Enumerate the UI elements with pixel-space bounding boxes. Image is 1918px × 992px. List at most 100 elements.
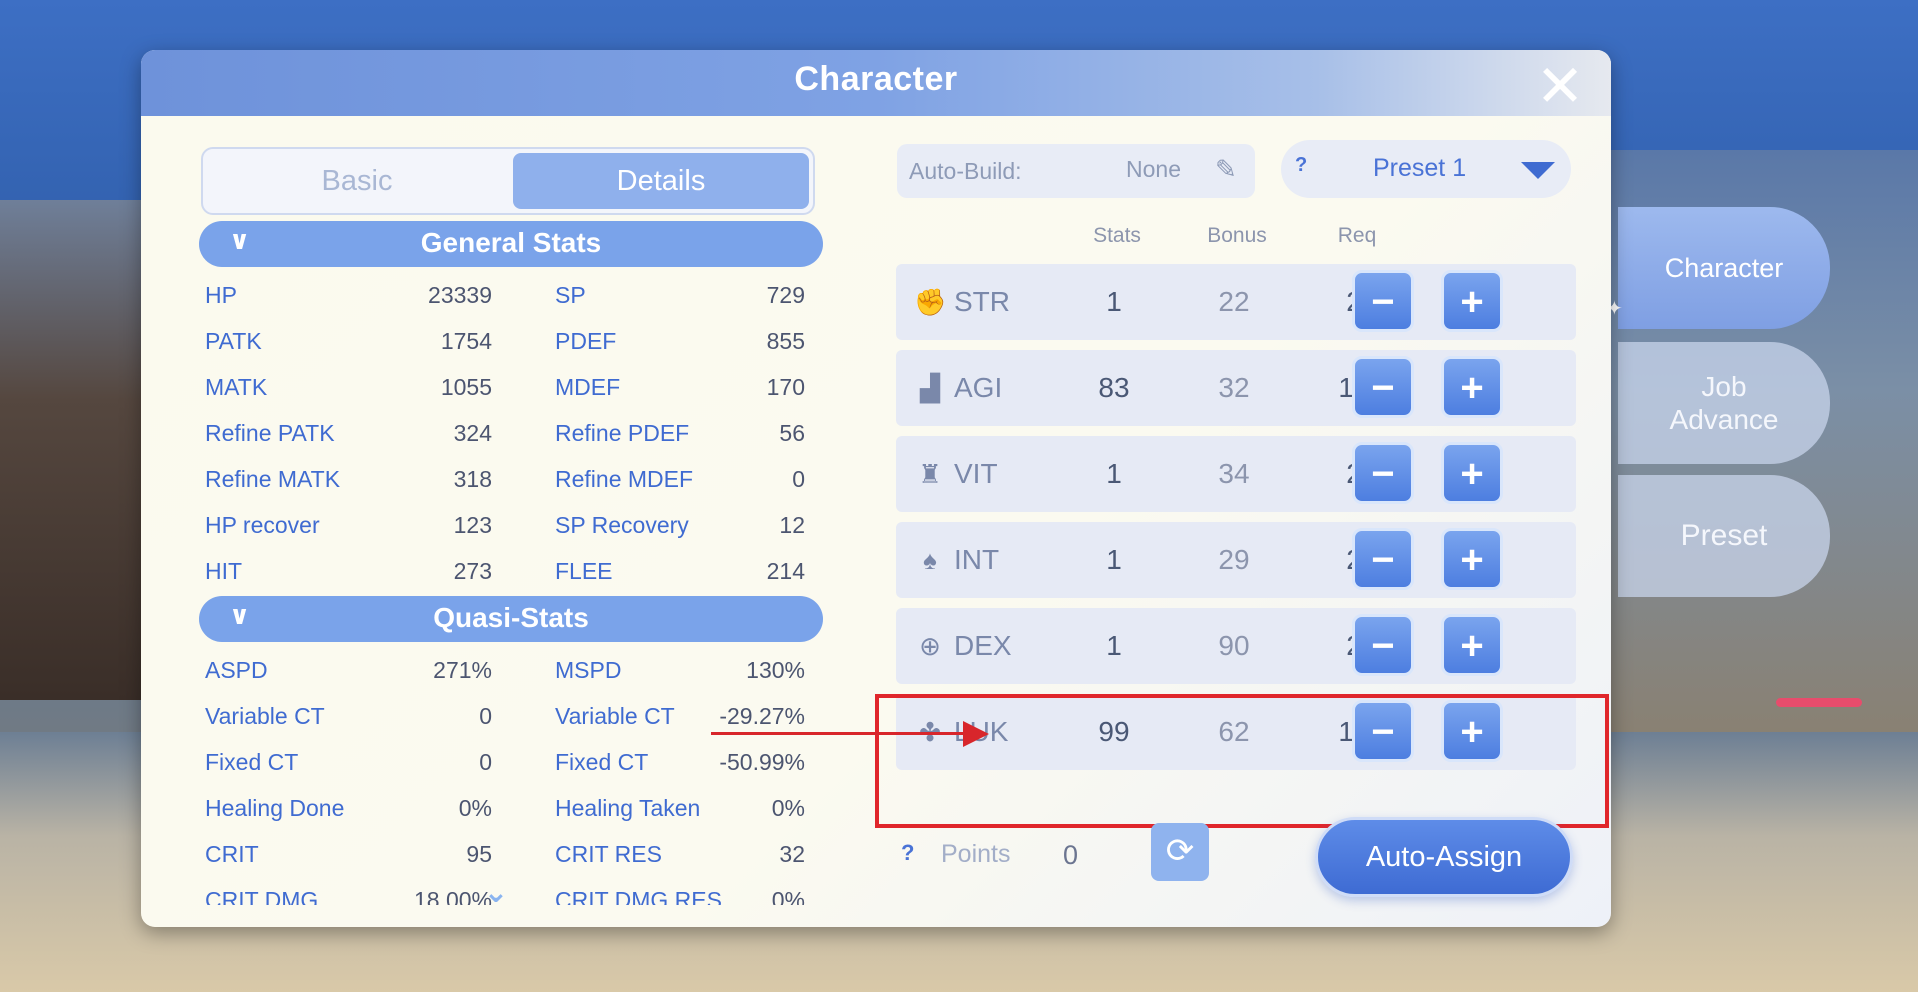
int-plus-button[interactable]: + (1441, 528, 1503, 590)
stat-name: ASPD (205, 657, 268, 683)
stat-name: FLEE (555, 558, 613, 584)
column-header-stats: Stats (1093, 224, 1141, 247)
stat-name: Refine PDEF (555, 420, 690, 446)
stat-name: Refine MATK (205, 466, 341, 492)
attribute-stats: 1 (1106, 286, 1122, 317)
stat-name: Refine PATK (205, 420, 335, 446)
stat-value: 0% (771, 887, 805, 905)
section-general-stats[interactable]: ∨ General Stats (199, 221, 823, 267)
close-icon[interactable]: ✕ (1532, 58, 1588, 116)
points-value: 0 (1063, 840, 1079, 870)
edit-pencil-icon: ✎ (1215, 154, 1237, 184)
attribute-name: DEX (954, 630, 1012, 661)
stat-value: 123 (453, 512, 492, 538)
quasi-stats-list[interactable]: ASPD 271% MSPD 130% Variable CT 0 Variab… (205, 645, 825, 905)
stat-value: 32 (779, 841, 805, 867)
vit-plus-button[interactable]: + (1441, 442, 1503, 504)
side-tab-preset-label: Preset (1680, 519, 1768, 552)
dropdown-triangle-icon (1521, 162, 1555, 179)
attribute-name: STR (954, 286, 1010, 317)
dex-plus-button[interactable]: + (1441, 614, 1503, 676)
int-minus-button[interactable]: − (1352, 528, 1414, 590)
stat-row: HP 23339 SP 729 (205, 282, 805, 322)
attribute-name: AGI (954, 372, 1003, 403)
stat-value: 95 (466, 841, 492, 867)
preset-dropdown[interactable]: ? Preset 1 (1281, 140, 1571, 198)
attribute-stats: 83 (1098, 372, 1130, 403)
stat-value: 855 (766, 328, 805, 354)
stat-name: MATK (205, 374, 268, 400)
agi-plus-button[interactable]: + (1441, 356, 1503, 418)
side-tab-character[interactable]: Character (1618, 207, 1830, 329)
column-header-req: Req (1337, 224, 1377, 247)
attribute-stats: 1 (1106, 458, 1122, 489)
attribute-bonus: 22 (1218, 286, 1250, 317)
attribute-row-str: ✊ STR 1 22 2 − + (896, 264, 1576, 340)
stat-value: 56 (779, 420, 805, 446)
stat-value: 0% (771, 795, 805, 821)
stat-row: Healing Done 0% Healing Taken 0% (205, 795, 805, 835)
stat-value: 0 (479, 749, 492, 775)
help-icon[interactable]: ? (1295, 154, 1307, 177)
stat-name: Variable CT (205, 703, 325, 729)
stat-row: PATK 1754 PDEF 855 (205, 328, 805, 368)
stat-value: 1754 (440, 328, 492, 354)
section-general-stats-label: General Stats (420, 227, 602, 258)
stat-name: PATK (205, 328, 262, 354)
stat-value: 12 (779, 512, 805, 538)
vit-minus-button[interactable]: − (1352, 442, 1414, 504)
stat-value: 1055 (440, 374, 492, 400)
side-tab-preset[interactable]: Preset (1618, 475, 1830, 597)
section-quasi-stats[interactable]: ∨ Quasi-Stats (199, 596, 823, 642)
attribute-stats: 1 (1106, 544, 1122, 575)
side-tab-job-label-2: Advance (1669, 404, 1779, 435)
stat-value: 170 (766, 374, 805, 400)
attribute-row-agi: ▟ AGI 83 32 10 − + (896, 350, 1576, 426)
stat-name: HP recover (205, 512, 320, 538)
stat-value: 324 (453, 420, 492, 446)
auto-build-value: None (1126, 156, 1181, 182)
stat-name: Healing Taken (555, 795, 701, 821)
column-header-bonus: Bonus (1207, 224, 1267, 247)
str-minus-button[interactable]: − (1352, 270, 1414, 332)
annotation-arrow-head-icon (963, 721, 989, 747)
dex-minus-button[interactable]: − (1352, 614, 1414, 676)
attribute-stats: 1 (1106, 630, 1122, 661)
stat-value: 214 (766, 558, 805, 584)
stat-name: Fixed CT (555, 749, 649, 775)
stat-row: Refine PATK 324 Refine PDEF 56 (205, 420, 805, 460)
stat-value: -29.27% (719, 703, 805, 729)
stat-value: 273 (453, 558, 492, 584)
scroll-down-chevron-icon[interactable]: ⌄ (466, 875, 526, 909)
stat-name: Fixed CT (205, 749, 299, 775)
tab-basic[interactable]: Basic (209, 153, 505, 209)
tab-bar: Basic Details (201, 147, 815, 215)
stat-value: 0 (479, 703, 492, 729)
stat-name: Refine MDEF (555, 466, 694, 492)
stat-row: Refine MATK 318 Refine MDEF 0 (205, 466, 805, 506)
vit-body-icon: ♜ (918, 459, 942, 489)
str-plus-button[interactable]: + (1441, 270, 1503, 332)
stat-row: HP recover 123 SP Recovery 12 (205, 512, 805, 552)
stat-name: MDEF (555, 374, 621, 400)
reset-refresh-icon[interactable]: ⟳ (1151, 823, 1209, 881)
attribute-bonus: 34 (1218, 458, 1250, 489)
stat-name: CRIT RES (555, 841, 662, 867)
luk-highlight-box (875, 694, 1609, 828)
stat-name: HP (205, 282, 237, 308)
str-fist-icon: ✊ (914, 287, 947, 317)
side-tab-job-advance[interactable]: Job Advance (1618, 342, 1830, 464)
points-help-icon[interactable]: ? (901, 840, 914, 866)
section-quasi-stats-label: Quasi-Stats (433, 602, 589, 633)
auto-build-field[interactable]: Auto-Build: None ✎ (897, 144, 1255, 198)
attribute-bonus: 90 (1218, 630, 1250, 661)
auto-build-label: Auto-Build: (909, 158, 1022, 184)
attribute-bonus: 29 (1218, 544, 1250, 575)
agi-minus-button[interactable]: − (1352, 356, 1414, 418)
attribute-name: VIT (954, 458, 998, 489)
side-tab-job-label-1: Job (1701, 371, 1747, 402)
stat-value: 0% (458, 795, 492, 821)
side-tab-character-label: Character (1664, 253, 1784, 283)
auto-assign-button[interactable]: Auto-Assign (1315, 817, 1573, 897)
tab-details[interactable]: Details (513, 153, 809, 209)
